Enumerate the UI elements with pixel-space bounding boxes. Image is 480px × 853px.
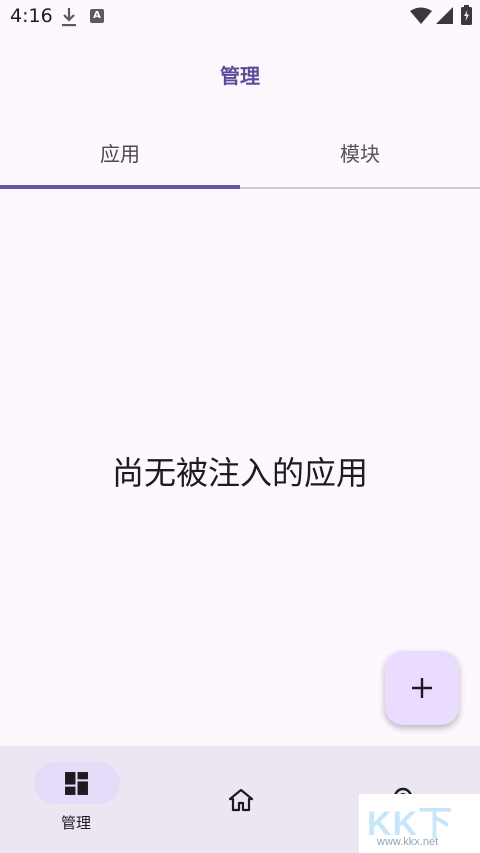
nav-item-home[interactable] [160,746,320,853]
tab-apps[interactable]: 应用 [0,128,240,188]
status-bar: 4:16 A [0,0,480,34]
nav-item-manage[interactable]: 管理 [0,746,160,853]
nav-label-manage: 管理 [60,814,91,832]
home-icon [228,788,254,812]
battery-icon [461,5,472,25]
dashboard-icon [65,772,88,795]
watermark-logo: KK下载 www.kkx.net [359,794,480,853]
wifi-icon [410,7,432,24]
page-title: 管理 [220,64,260,88]
watermark-url: www.kkx.net [377,836,439,848]
download-icon [62,8,76,27]
signal-icon [436,7,453,24]
add-fab-button[interactable] [385,651,459,725]
tab-indicator [0,185,240,189]
plus-icon [412,678,432,698]
tab-modules[interactable]: 模块 [240,128,480,188]
empty-state-message: 尚无被注入的应用 [111,454,368,492]
a-notification-icon: A [90,9,104,23]
screen: 4:16 A 管理 应用 模块 尚无被注入的应用 管理 KK下 www.kkx.… [0,0,480,853]
tab-bar: 应用 模块 [0,128,480,188]
status-time: 4:16 [10,5,53,27]
